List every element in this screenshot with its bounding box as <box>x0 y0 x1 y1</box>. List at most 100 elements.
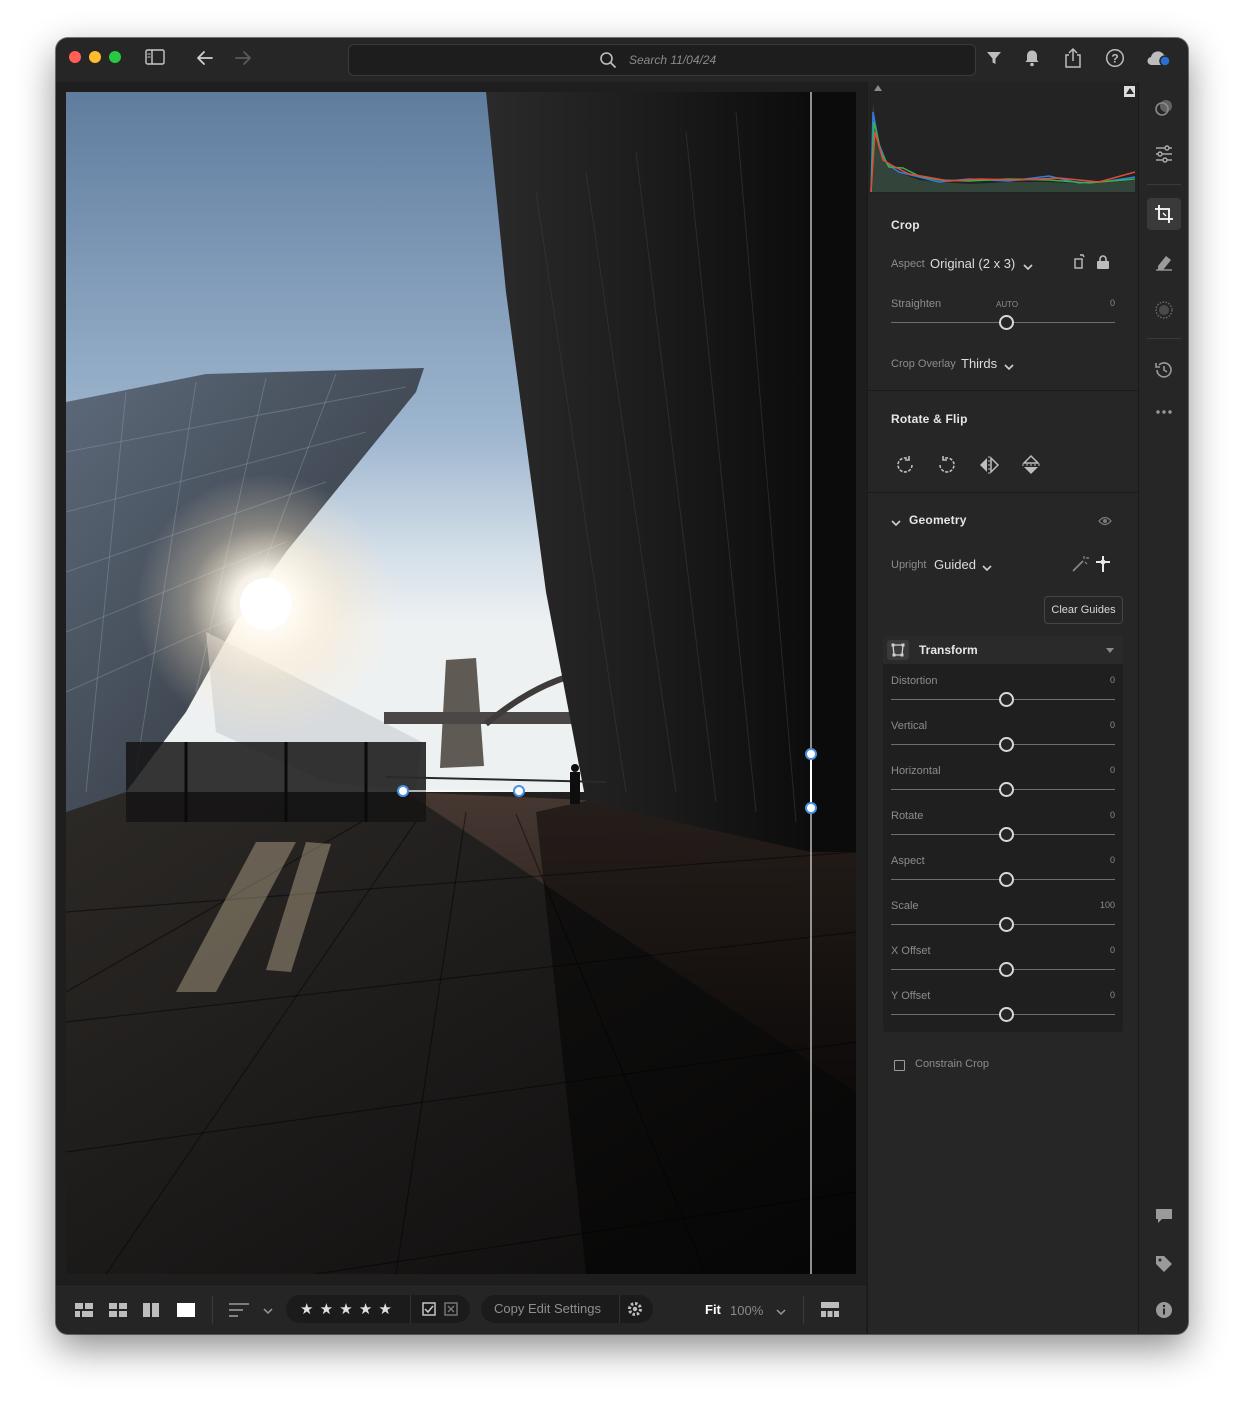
back-icon[interactable] <box>194 48 216 72</box>
rail-divider <box>1147 184 1181 185</box>
cloud-icon[interactable] <box>1146 49 1172 71</box>
x-offset-thumb[interactable] <box>999 962 1014 977</box>
rotate-aspect-icon[interactable] <box>1072 254 1088 275</box>
overlay-chevron-down-icon[interactable] <box>1003 359 1015 377</box>
svg-text:?: ? <box>1111 52 1118 66</box>
aspect-chevron-down-icon[interactable] <box>1022 259 1034 277</box>
lock-icon[interactable] <box>1096 254 1110 275</box>
reject-flag-icon[interactable] <box>444 1302 458 1321</box>
zoom-window-button[interactable] <box>109 51 121 63</box>
aspect-select[interactable]: Original (2 x 3) <box>930 256 1015 271</box>
rotate-counterclockwise-icon[interactable] <box>936 454 958 481</box>
rotate-label: Rotate <box>891 810 924 822</box>
distortion-value[interactable]: 0 <box>1085 675 1115 685</box>
geometry-title[interactable]: Geometry <box>909 513 967 527</box>
fit-zoom-option[interactable]: Fit <box>705 1302 721 1317</box>
crop-title: Crop <box>891 218 920 232</box>
search-input[interactable]: Search 11/04/24 <box>348 44 976 76</box>
photo-canvas[interactable] <box>56 82 866 1284</box>
rotate-thumb[interactable] <box>999 827 1014 842</box>
shadow-clipping-icon[interactable] <box>874 85 882 91</box>
filmstrip-toggle-icon[interactable] <box>820 1301 840 1324</box>
bell-icon[interactable] <box>1022 49 1042 71</box>
rating-flag-group: ★ ★ ★ ★ ★ <box>286 1295 470 1323</box>
close-window-button[interactable] <box>69 51 81 63</box>
rotate-clockwise-icon[interactable] <box>894 454 916 481</box>
vertical-thumb[interactable] <box>999 737 1014 752</box>
highlight-clipping-icon[interactable] <box>1124 86 1135 97</box>
transform-tool-icon[interactable] <box>887 640 909 660</box>
info-icon[interactable] <box>1154 1300 1174 1320</box>
healing-icon[interactable] <box>1154 252 1174 272</box>
y-offset-value[interactable]: 0 <box>1085 990 1115 1000</box>
geometry-chevron-down-icon[interactable] <box>890 515 902 533</box>
copy-edit-group: Copy Edit Settings <box>481 1295 653 1323</box>
transform-dropdown-icon[interactable] <box>1106 648 1114 653</box>
detail-view-icon[interactable] <box>176 1302 196 1323</box>
rating-divider <box>410 1295 411 1323</box>
aspect-slider-value[interactable]: 0 <box>1085 855 1115 865</box>
gear-icon[interactable] <box>626 1300 644 1323</box>
filter-icon[interactable] <box>984 50 1004 70</box>
grid-view-icon[interactable] <box>108 1302 128 1323</box>
rotate-value[interactable]: 0 <box>1085 810 1115 820</box>
aspect-slider-label: Aspect <box>891 855 925 867</box>
straighten-value[interactable]: 0 <box>1085 298 1115 308</box>
masking-icon[interactable] <box>1154 300 1174 320</box>
horizontal-thumb[interactable] <box>999 782 1014 797</box>
copy-edit-settings-button[interactable]: Copy Edit Settings <box>494 1301 601 1316</box>
compare-view-icon[interactable] <box>142 1302 160 1323</box>
pick-flag-icon[interactable] <box>422 1302 436 1321</box>
zoom-level[interactable]: 100% <box>730 1303 763 1318</box>
crop-icon[interactable] <box>1154 204 1174 224</box>
x-offset-value[interactable]: 0 <box>1085 945 1115 955</box>
tag-icon[interactable] <box>1154 1254 1174 1274</box>
sort-chevron-down-icon[interactable] <box>262 1303 274 1321</box>
y-offset-thumb[interactable] <box>999 1007 1014 1022</box>
horizontal-label: Horizontal <box>891 765 941 777</box>
presets-icon[interactable] <box>1154 98 1174 118</box>
upright-chevron-down-icon[interactable] <box>981 560 993 578</box>
scale-value[interactable]: 100 <box>1085 900 1115 910</box>
more-icon[interactable] <box>1154 402 1174 422</box>
forward-icon[interactable] <box>232 48 254 72</box>
minimize-window-button[interactable] <box>89 51 101 63</box>
square-grid-view-icon[interactable] <box>74 1302 94 1323</box>
distortion-thumb[interactable] <box>999 692 1014 707</box>
app-window: Search 11/04/24 ? ★ ★ ★ ★ ★ Copy Edit Se… <box>56 38 1188 1334</box>
share-icon[interactable] <box>1062 47 1084 73</box>
rail-divider-2 <box>1147 338 1181 339</box>
constrain-crop-checkbox[interactable] <box>894 1060 905 1071</box>
history-icon[interactable] <box>1154 360 1174 380</box>
toolbar-divider <box>212 1296 213 1324</box>
guided-upright-tool-icon[interactable] <box>1094 554 1112 579</box>
vertical-value[interactable]: 0 <box>1085 720 1115 730</box>
flip-horizontal-icon[interactable] <box>978 454 1000 481</box>
zoom-chevron-down-icon[interactable] <box>775 1304 787 1322</box>
sort-icon[interactable] <box>228 1301 250 1324</box>
eye-icon[interactable] <box>1098 514 1112 532</box>
clear-guides-button[interactable]: Clear Guides <box>1044 596 1123 624</box>
aspect-slider-thumb[interactable] <box>999 872 1014 887</box>
edit-sliders-icon[interactable] <box>1154 144 1174 164</box>
help-icon[interactable]: ? <box>1104 48 1126 72</box>
comment-icon[interactable] <box>1154 1206 1174 1226</box>
scale-label: Scale <box>891 900 919 912</box>
photo <box>66 92 856 1274</box>
rotate-flip-title: Rotate & Flip <box>891 412 968 426</box>
crop-overlay-label: Crop Overlay <box>891 358 956 370</box>
magic-wand-icon[interactable] <box>1071 555 1089 578</box>
constrain-crop-label[interactable]: Constrain Crop <box>915 1058 989 1070</box>
star-rating[interactable]: ★ ★ ★ ★ ★ <box>300 1300 393 1318</box>
straighten-thumb[interactable] <box>999 315 1014 330</box>
search-placeholder: Search 11/04/24 <box>629 53 717 67</box>
scale-thumb[interactable] <box>999 917 1014 932</box>
transform-header[interactable]: Transform <box>883 636 1123 664</box>
straighten-auto-button[interactable]: AUTO <box>996 300 1018 309</box>
upright-select[interactable]: Guided <box>934 557 976 572</box>
sidebar-icon[interactable] <box>144 49 166 69</box>
distortion-label: Distortion <box>891 675 938 687</box>
flip-vertical-icon[interactable] <box>1020 454 1042 481</box>
crop-overlay-select[interactable]: Thirds <box>961 356 997 371</box>
horizontal-value[interactable]: 0 <box>1085 765 1115 775</box>
